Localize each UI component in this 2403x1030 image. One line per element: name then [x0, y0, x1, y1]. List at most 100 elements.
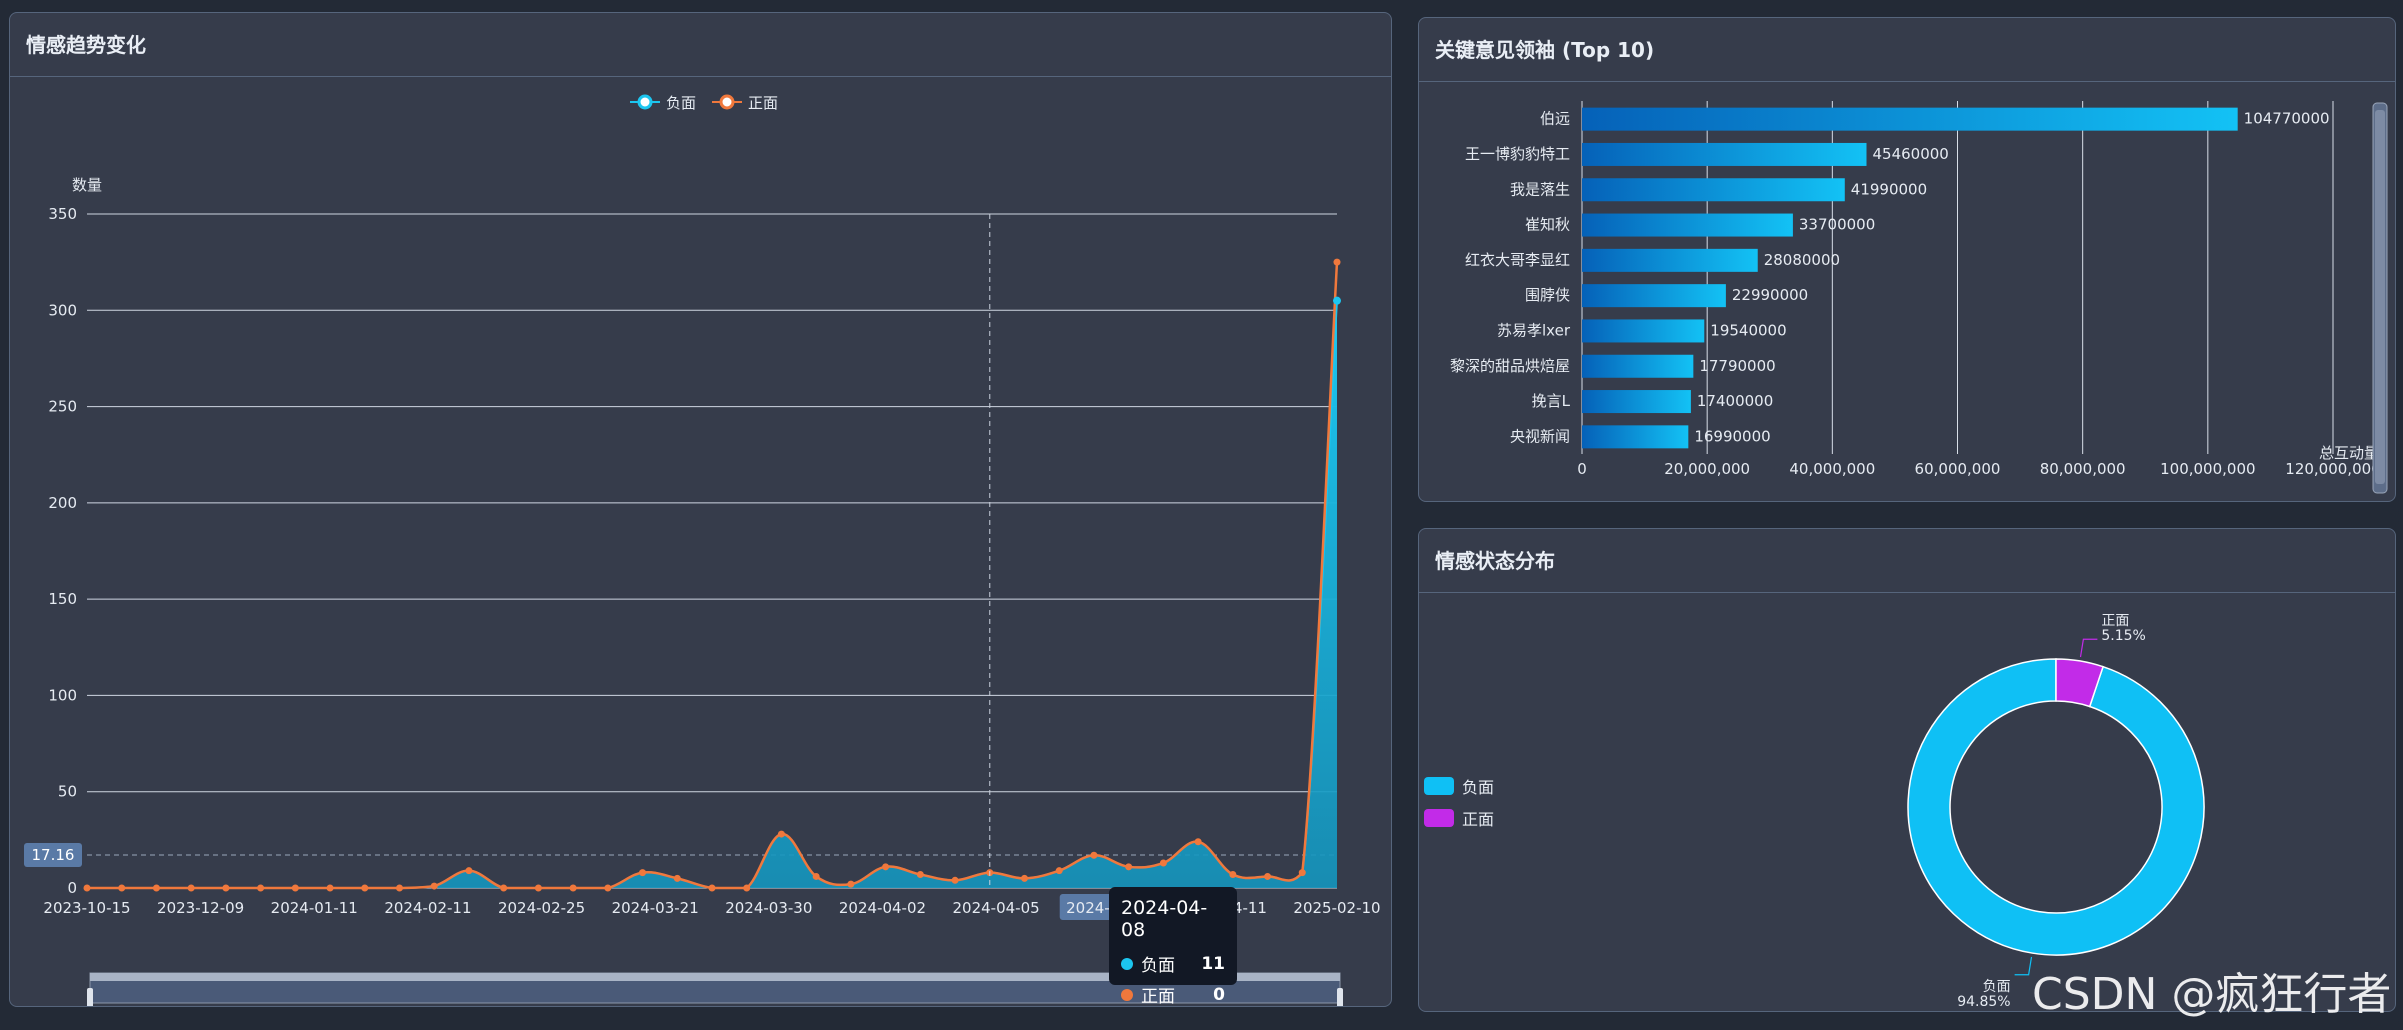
legend-swatch-negative [1424, 777, 1454, 795]
x-tick-label-1: 2023-12-09 [157, 899, 244, 917]
bar-8 [1582, 390, 1691, 414]
legend-swatch-positive [1424, 809, 1454, 827]
x-tick-label-1: 20,000,000 [1664, 460, 1750, 478]
tooltip-label-negative: 负面 [1141, 956, 1175, 976]
bar-category-0: 伯远 [1540, 110, 1570, 128]
y-axis-title: 数量 [72, 176, 102, 194]
legend-marker-0 [637, 94, 653, 110]
point-positive-34 [1264, 872, 1272, 880]
bar-value-label-2: 41990000 [1851, 180, 1927, 198]
point-negative-last [1333, 296, 1341, 305]
y-tick-label-50: 50 [58, 783, 77, 801]
bar-category-9: 央视新闻 [1510, 427, 1570, 445]
bar-value-label-8: 17400000 [1697, 392, 1773, 410]
x-tick-label-3: 60,000,000 [1915, 460, 2001, 478]
point-positive-9 [396, 884, 403, 892]
point-positive-27 [1021, 874, 1028, 882]
tooltip-row-negative: 负面 11 [1121, 951, 1225, 976]
bar-category-4: 红衣大哥李显红 [1465, 251, 1570, 269]
point-positive-32 [1194, 838, 1202, 846]
sentiment-donut-chart[interactable]: 负面94.85%正面5.15% [1419, 529, 2396, 1012]
series-area-negative [87, 300, 1337, 889]
point-positive-20 [777, 830, 785, 838]
x-tick-label-4: 80,000,000 [2040, 460, 2126, 478]
trend-tooltip: 2024-04-08 负面 11 正面 0 [1109, 887, 1237, 1007]
point-positive-4 [222, 884, 230, 892]
point-positive-28 [1055, 867, 1063, 875]
bar-category-3: 崔知秋 [1525, 216, 1570, 234]
x-tick-label-5: 2024-03-21 [612, 899, 699, 917]
trend-legend: 负面 正面 [630, 94, 778, 112]
point-positive-12 [500, 884, 508, 892]
bar-value-label-0: 104770000 [2244, 110, 2330, 128]
series-line-negative [87, 300, 1338, 889]
series-line-positive [87, 262, 1339, 890]
x-tick-label-11: 2025-02-10 [1293, 899, 1380, 917]
datazoom-handle-left [87, 988, 93, 1006]
x-tick-label-6: 120,000,000 [2285, 460, 2380, 478]
point-positive-33 [1229, 871, 1237, 879]
x-tick-label-7: 2024-04-02 [839, 899, 926, 917]
legend-label-1: 正面 [748, 94, 778, 112]
x-tick-label-4: 2024-02-25 [498, 899, 585, 917]
legend-label-positive: 正面 [1462, 810, 1495, 829]
point-positive-29 [1090, 851, 1098, 859]
point-positive-2 [152, 884, 160, 892]
tooltip-label-positive: 正面 [1141, 987, 1175, 1007]
point-positive-11 [465, 867, 473, 875]
bar-3 [1582, 213, 1793, 237]
point-positive-25 [951, 876, 959, 884]
bar-7 [1582, 354, 1694, 378]
tooltip-dot-negative [1121, 957, 1133, 970]
donut-label-name-0: 负面 [1983, 979, 2011, 995]
bar-1 [1582, 142, 1867, 166]
point-positive-31 [1159, 859, 1167, 867]
bar-value-label-4: 28080000 [1764, 251, 1840, 269]
scrollbar-thumb [2375, 110, 2385, 484]
markline-value: 17.16 [32, 846, 75, 864]
x-axis-title: 总互动量 [2319, 444, 2379, 462]
bar-value-label-7: 17790000 [1699, 357, 1775, 375]
x-tick-label-6: 2024-03-30 [725, 899, 812, 917]
leaders-bar-chart[interactable]: 0 20,000,000 40,000,000 60,000,000 80,000,00… [1419, 18, 2396, 502]
donut-legend: 负面 正面 [1424, 773, 1494, 837]
donut-label-line-0 [2014, 956, 2033, 976]
point-positive-17 [673, 874, 681, 882]
point-positive-19 [743, 884, 751, 892]
bar-category-7: 黎深的甜品烘焙屋 [1450, 357, 1570, 375]
donut-legend-item-positive[interactable]: 正面 [1424, 805, 1494, 831]
donut-slice-0 [1907, 658, 2205, 956]
point-positive-13 [534, 884, 542, 892]
point-positive-14 [569, 884, 577, 892]
point-positive-30 [1125, 863, 1133, 871]
point-positive-6 [291, 884, 299, 892]
bar-6 [1582, 319, 1705, 343]
donut-label-percent-1: 5.15% [2101, 628, 2145, 644]
x-tick-label-0: 0 [1577, 460, 1587, 478]
bar-category-8: 挽言L [1532, 392, 1571, 410]
bar-category-6: 苏易孝lxer [1497, 321, 1571, 339]
donut-label-percent-0: 94.85% [1957, 994, 2010, 1010]
y-tick-label-300: 300 [48, 301, 77, 319]
bar-4 [1582, 248, 1758, 272]
legend-label-negative: 负面 [1462, 778, 1495, 797]
trend-chart[interactable]: 负面 正面数量05010015020025030035017.162023-10-… [10, 13, 1392, 1007]
point-positive-22 [847, 880, 855, 888]
x-tick-label-8: 2024-04-05 [952, 899, 1039, 917]
bar-value-label-9: 16990000 [1694, 427, 1770, 445]
point-positive-35 [1298, 869, 1306, 877]
y-tick-label-350: 350 [48, 205, 77, 223]
tooltip-row-positive: 正面 0 [1121, 982, 1225, 1007]
tooltip-dot-positive [1121, 988, 1133, 1001]
point-positive-7 [326, 884, 334, 892]
donut-label-line-1 [2079, 638, 2098, 658]
x-tick-label-3: 2024-02-11 [384, 899, 471, 917]
point-positive-15 [604, 884, 612, 892]
donut-legend-item-negative[interactable]: 负面 [1424, 773, 1494, 799]
bar-category-5: 围脖侠 [1525, 286, 1570, 304]
point-positive-24 [916, 871, 924, 879]
bar-category-2: 我是落生 [1510, 180, 1570, 198]
x-tick-label-0: 2023-10-15 [43, 899, 130, 917]
watermark: CSDN @疯狂行者 [2032, 969, 2392, 1020]
bar-value-label-6: 19540000 [1710, 321, 1786, 339]
